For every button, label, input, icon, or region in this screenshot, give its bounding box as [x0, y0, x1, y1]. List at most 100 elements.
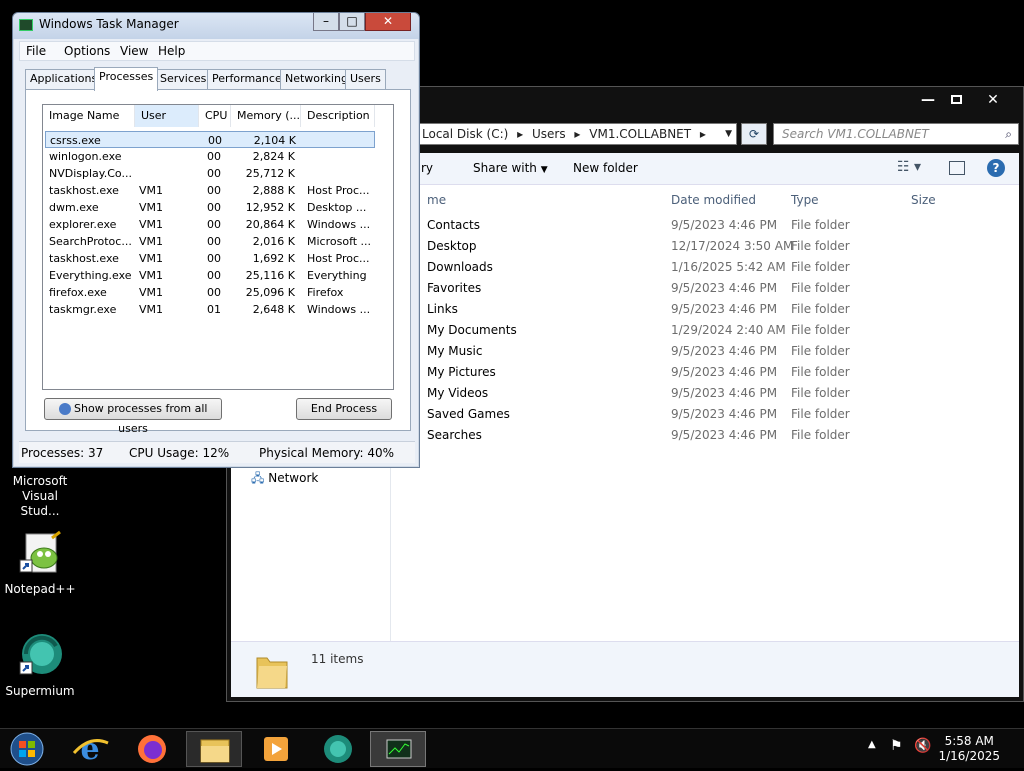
desktop-icon-supermium[interactable]: Supermium [0, 632, 80, 699]
preview-pane-icon[interactable] [949, 161, 965, 175]
maximize-button[interactable] [943, 91, 969, 111]
file-row[interactable]: My Documents 1/29/2024 2:40 AM File fold… [427, 320, 987, 341]
clock[interactable]: 5:58 AM 1/16/2025 [938, 734, 1000, 764]
folder-icon [255, 650, 289, 690]
file-row[interactable]: My Videos 9/5/2023 4:46 PM File folder [427, 383, 987, 404]
help-icon[interactable]: ? [987, 159, 1005, 177]
column-header-name[interactable]: me [427, 193, 446, 207]
organize-button[interactable]: ry [421, 161, 433, 175]
taskbar-task-manager[interactable] [370, 731, 426, 767]
process-cpu: 00 [207, 252, 221, 265]
column-header-date[interactable]: Date modified [671, 193, 756, 207]
process-row[interactable]: NVDisplay.Co... 00 25,712 K [45, 165, 375, 182]
file-row[interactable]: Favorites 9/5/2023 4:46 PM File folder [427, 278, 987, 299]
tab-networking[interactable]: Networking [280, 69, 353, 89]
desktop-icon-notepad-plus-plus[interactable]: Notepad++ [0, 530, 80, 597]
breadcrumb-item[interactable]: Local Disk (C:) [422, 127, 508, 141]
close-button[interactable]: ✕ [975, 91, 1011, 111]
file-row[interactable]: My Music 9/5/2023 4:46 PM File folder [427, 341, 987, 362]
process-description: Host Proc... [307, 252, 370, 265]
title-bar[interactable]: Windows Task Manager – □ ✕ [13, 13, 419, 39]
column-header-description[interactable]: Description [301, 105, 375, 127]
file-row[interactable]: Links 9/5/2023 4:46 PM File folder [427, 299, 987, 320]
file-date: 9/5/2023 4:46 PM [671, 218, 778, 232]
process-row[interactable]: dwm.exe VM1 00 12,952 K Desktop ... [45, 199, 375, 216]
taskbar-firefox[interactable] [124, 731, 180, 767]
chevron-right-icon: ▸ [517, 127, 524, 141]
process-user: VM1 [139, 269, 164, 282]
process-list[interactable]: Image Name User Name CPU Memory (... Des… [42, 104, 394, 390]
column-header-image-name[interactable]: Image Name [43, 105, 135, 127]
menu-help[interactable]: Help [158, 44, 185, 58]
search-icon: ⌕ [1005, 127, 1012, 141]
menu-file[interactable]: File [26, 44, 46, 58]
column-header-size[interactable]: Size [911, 193, 936, 207]
file-row[interactable]: Searches 9/5/2023 4:46 PM File folder [427, 425, 987, 446]
task-manager-icon [386, 739, 412, 759]
desktop-icon-label: Notepad++ [4, 582, 76, 596]
process-row[interactable]: taskhost.exe VM1 00 1,692 K Host Proc... [45, 250, 375, 267]
minimize-button[interactable]: – [313, 13, 339, 31]
new-folder-button[interactable]: New folder [573, 161, 638, 175]
file-row[interactable]: Contacts 9/5/2023 4:46 PM File folder [427, 215, 987, 236]
file-type: File folder [791, 302, 850, 316]
process-name: csrss.exe [50, 134, 101, 147]
process-row[interactable]: firefox.exe VM1 00 25,096 K Firefox [45, 284, 375, 301]
desktop-icon-label: Supermium [5, 684, 75, 698]
process-row[interactable]: SearchProtoc... VM1 00 2,016 K Microsoft… [45, 233, 375, 250]
show-all-processes-button[interactable]: Show processes from all users [44, 398, 222, 435]
file-row[interactable]: Desktop 12/17/2024 3:50 AM File folder [427, 236, 987, 257]
start-button[interactable] [8, 731, 46, 767]
process-row[interactable]: winlogon.exe 00 2,824 K [45, 148, 375, 165]
breadcrumb-item[interactable]: Users [532, 127, 566, 141]
share-with-button[interactable]: Share with ▼ [473, 161, 548, 175]
tab-applications[interactable]: Applications [25, 69, 103, 89]
address-bar[interactable]: Local Disk (C:) ▸ Users ▸ VM1.COLLABNET … [417, 123, 737, 145]
close-button[interactable]: ✕ [365, 13, 411, 31]
process-memory: 20,864 K [245, 218, 295, 231]
dropdown-icon[interactable]: ▼ [725, 124, 732, 144]
explorer-details-pane: 11 items [231, 641, 1019, 697]
column-header-user-name[interactable]: User Name [135, 105, 199, 144]
action-center-icon[interactable]: ⚑ [890, 738, 903, 754]
file-row[interactable]: Saved Games 9/5/2023 4:46 PM File folder [427, 404, 987, 425]
taskbar-supermium[interactable] [310, 731, 366, 767]
process-row[interactable]: taskmgr.exe VM1 01 2,648 K Windows ... [45, 301, 375, 318]
taskbar-explorer[interactable] [186, 731, 242, 767]
process-name: Everything.exe [49, 269, 132, 282]
taskbar-media-player[interactable] [248, 731, 304, 767]
process-memory: 25,096 K [245, 286, 295, 299]
search-input[interactable]: Search VM1.COLLABNET ⌕ [773, 123, 1019, 145]
process-row[interactable]: taskhost.exe VM1 00 2,888 K Host Proc... [45, 182, 375, 199]
minimize-button[interactable]: — [915, 91, 941, 111]
tab-users[interactable]: Users [345, 69, 386, 89]
menu-view[interactable]: View [120, 44, 148, 58]
file-row[interactable]: Downloads 1/16/2025 5:42 AM File folder [427, 257, 987, 278]
process-cpu: 00 [208, 134, 222, 147]
maximize-button[interactable]: □ [339, 13, 365, 31]
show-hidden-icons[interactable]: ▲ [868, 739, 876, 750]
tab-performance[interactable]: Performance [207, 69, 287, 89]
nav-item-network[interactable]: 🖧 Network [251, 469, 318, 490]
supermium-icon [16, 632, 64, 680]
end-process-button[interactable]: End Process [296, 398, 392, 420]
process-row[interactable]: explorer.exe VM1 00 20,864 K Windows ... [45, 216, 375, 233]
tab-services[interactable]: Services [155, 69, 212, 89]
column-header-type[interactable]: Type [791, 193, 819, 207]
column-header-memory[interactable]: Memory (... [231, 105, 301, 127]
taskbar-internet-explorer[interactable]: e [62, 731, 118, 767]
file-row[interactable]: My Pictures 9/5/2023 4:46 PM File folder [427, 362, 987, 383]
desktop-icon-visual-studio[interactable]: Microsoft Visual Stud... [0, 474, 80, 519]
process-row[interactable]: csrss.exe 00 2,104 K [45, 131, 375, 148]
process-memory: 2,648 K [252, 303, 295, 316]
item-count: 11 items [311, 652, 364, 666]
process-row[interactable]: Everything.exe VM1 00 25,116 K Everythin… [45, 267, 375, 284]
refresh-button[interactable]: ⟳ [741, 123, 767, 145]
volume-muted-icon[interactable]: 🔇 [914, 738, 931, 754]
view-options-icon[interactable]: ☷ ▾ [897, 159, 921, 175]
tab-processes[interactable]: Processes [94, 67, 159, 91]
process-memory: 25,712 K [245, 167, 295, 180]
column-header-cpu[interactable]: CPU [199, 105, 231, 127]
breadcrumb-item[interactable]: VM1.COLLABNET [589, 127, 691, 141]
menu-options[interactable]: Options [64, 44, 110, 58]
